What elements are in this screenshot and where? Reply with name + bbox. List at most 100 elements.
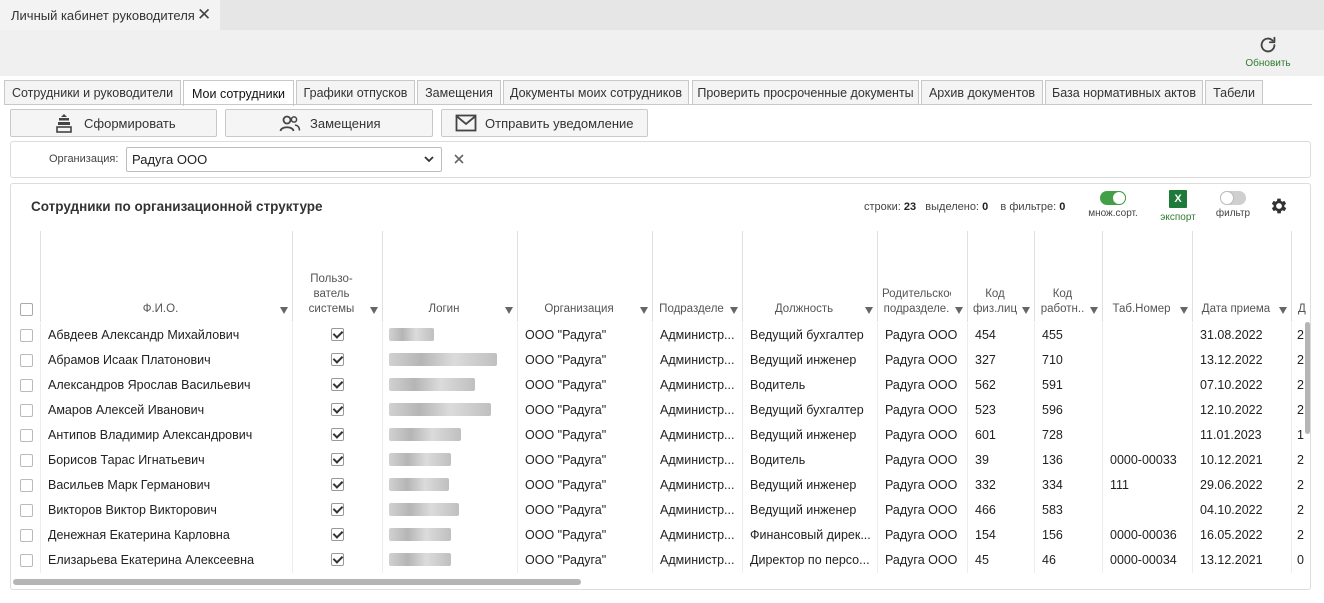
form-button[interactable]: Сформировать bbox=[10, 109, 217, 137]
row-checkbox[interactable] bbox=[20, 329, 33, 342]
row-checkbox[interactable] bbox=[20, 354, 33, 367]
cell-d: 2 bbox=[1297, 403, 1304, 417]
export-label: экспорт bbox=[1160, 212, 1196, 223]
column-organization[interactable]: Организация bbox=[518, 231, 653, 322]
tab-overdue-documents[interactable]: Проверить просроченные документы bbox=[692, 80, 919, 105]
filter-panel: Организация: Радуга ООО bbox=[10, 141, 1311, 178]
column-login[interactable]: Логин bbox=[383, 231, 518, 322]
cell-organization: ООО "Радуга" bbox=[518, 348, 653, 373]
gear-icon[interactable] bbox=[1269, 196, 1289, 216]
filter-arrow-icon[interactable] bbox=[1180, 307, 1188, 314]
row-checkbox[interactable] bbox=[20, 529, 33, 542]
cell-fio: Денежная Екатерина Карловна bbox=[41, 523, 293, 548]
column-person-code[interactable]: Код физ.лиц bbox=[968, 231, 1035, 322]
grid-title: Сотрудники по организационной структуре bbox=[31, 199, 323, 214]
refresh-button[interactable]: Обновить bbox=[1236, 34, 1300, 74]
cell-parent-department: Радуга ООО bbox=[878, 348, 968, 373]
multisort-toggle[interactable] bbox=[1100, 191, 1126, 205]
vertical-scrollbar[interactable] bbox=[1305, 322, 1310, 434]
column-tab-number[interactable]: Таб.Номер bbox=[1103, 231, 1193, 322]
cell-person-code: 332 bbox=[968, 473, 1035, 498]
cell-login bbox=[383, 473, 518, 498]
select-all-checkbox[interactable] bbox=[20, 303, 33, 316]
substitutions-button[interactable]: Замещения bbox=[225, 109, 433, 137]
tab-label: Архив документов bbox=[928, 86, 1036, 100]
cell-employee-code: 136 bbox=[1035, 448, 1103, 473]
cell-login bbox=[383, 548, 518, 573]
row-checkbox[interactable] bbox=[20, 504, 33, 517]
tab-substitutions[interactable]: Замещения bbox=[417, 80, 501, 105]
row-checkbox[interactable] bbox=[20, 404, 33, 417]
cell-hire-date: 13.12.2021 bbox=[1193, 548, 1292, 573]
tab-documents-archive[interactable]: Архив документов bbox=[921, 80, 1043, 105]
cell-tab-number bbox=[1103, 348, 1193, 373]
selected-count-value: 0 bbox=[982, 201, 989, 213]
row-checkbox[interactable] bbox=[20, 429, 33, 442]
horizontal-scrollbar[interactable] bbox=[13, 579, 581, 585]
cell-person-code: 601 bbox=[968, 423, 1035, 448]
row-checkbox[interactable] bbox=[20, 454, 33, 467]
filter-arrow-icon[interactable] bbox=[280, 307, 288, 314]
send-notification-button-label: Отправить уведомление bbox=[485, 116, 634, 131]
organization-select[interactable]: Радуга ООО bbox=[126, 147, 442, 172]
column-d[interactable]: Д bbox=[1292, 231, 1310, 322]
top-toolbar: Обновить bbox=[0, 30, 1324, 76]
close-tab-icon[interactable]: ✕ bbox=[197, 6, 211, 23]
send-notification-button[interactable]: Отправить уведомление bbox=[441, 109, 648, 137]
row-checkbox[interactable] bbox=[20, 379, 33, 392]
cell-position: Ведущий инженер bbox=[743, 423, 878, 448]
tab-vacation-schedules[interactable]: Графики отпусков bbox=[296, 80, 415, 105]
filter-arrow-icon[interactable] bbox=[505, 307, 513, 314]
cell-fio: Амаров Алексей Иванович bbox=[41, 398, 293, 423]
column-employee-code[interactable]: Код работн.. bbox=[1035, 231, 1103, 322]
row-checkbox[interactable] bbox=[20, 554, 33, 567]
cell-parent-department: Радуга ООО bbox=[878, 423, 968, 448]
filter-arrow-icon[interactable] bbox=[865, 307, 873, 314]
substitutions-button-label: Замещения bbox=[310, 116, 381, 131]
tab-regulations-base[interactable]: База нормативных актов bbox=[1045, 80, 1203, 105]
clear-filter-icon[interactable] bbox=[452, 151, 466, 167]
tab-employee-documents[interactable]: Документы моих сотрудников bbox=[503, 80, 689, 105]
tab-my-employees[interactable]: Мои сотрудники bbox=[183, 80, 294, 106]
column-label: Родительское подразделе. bbox=[882, 288, 951, 315]
tab-timesheets[interactable]: Табели bbox=[1205, 80, 1263, 105]
column-label: Подразделе bbox=[659, 303, 724, 315]
row-checkbox[interactable] bbox=[20, 479, 33, 492]
cell-person-code: 523 bbox=[968, 398, 1035, 423]
multisort-label: множ.сорт. bbox=[1088, 208, 1138, 219]
cell-person-code: 327 bbox=[968, 348, 1035, 373]
filter-arrow-icon[interactable] bbox=[1279, 307, 1287, 314]
window-tab[interactable]: Личный кабинет руководителя ✕ bbox=[0, 0, 220, 30]
cell-organization: ООО "Радуга" bbox=[518, 448, 653, 473]
cell-department: Администр... bbox=[653, 398, 743, 423]
refresh-label: Обновить bbox=[1245, 58, 1291, 69]
tabs-divider bbox=[4, 104, 1312, 105]
cell-fio: Александров Ярослав Васильевич bbox=[41, 373, 293, 398]
cell-parent-department: Радуга ООО bbox=[878, 523, 968, 548]
system-user-checkbox bbox=[331, 553, 344, 566]
filter-arrow-icon[interactable] bbox=[1022, 307, 1030, 314]
filter-toggle[interactable] bbox=[1220, 191, 1246, 205]
cell-tab-number bbox=[1103, 323, 1193, 348]
cell-parent-department: Радуга ООО bbox=[878, 473, 968, 498]
filter-arrow-icon[interactable] bbox=[955, 307, 963, 314]
cell-tab-number bbox=[1103, 373, 1193, 398]
cell-tab-number bbox=[1103, 423, 1193, 448]
column-parent-department[interactable]: Родительское подразделе. bbox=[878, 231, 968, 322]
column-fio[interactable]: Ф.И.О. bbox=[41, 231, 293, 322]
column-position[interactable]: Должность bbox=[743, 231, 878, 322]
filter-arrow-icon[interactable] bbox=[370, 307, 378, 314]
excel-export-icon[interactable]: X bbox=[1169, 190, 1187, 208]
column-hire-date[interactable]: Дата приема bbox=[1193, 231, 1292, 322]
column-department[interactable]: Подразделе bbox=[653, 231, 743, 322]
rows-count-label: строки: bbox=[864, 201, 901, 213]
cell-employee-code: 728 bbox=[1035, 423, 1103, 448]
filter-arrow-icon[interactable] bbox=[730, 307, 738, 314]
column-system-user[interactable]: Пользо- ватель системы bbox=[293, 231, 383, 322]
tab-employees-managers[interactable]: Сотрудники и руководители bbox=[4, 80, 181, 105]
cell-organization: ООО "Радуга" bbox=[518, 473, 653, 498]
filter-arrow-icon[interactable] bbox=[1090, 307, 1098, 314]
filter-arrow-icon[interactable] bbox=[640, 307, 648, 314]
cell-fio: Васильев Марк Германович bbox=[41, 473, 293, 498]
cell-department: Администр... bbox=[653, 423, 743, 448]
